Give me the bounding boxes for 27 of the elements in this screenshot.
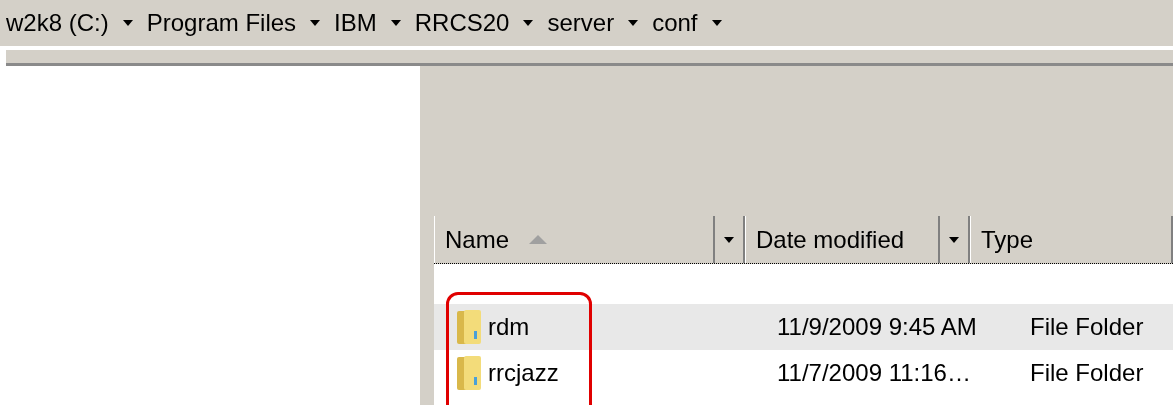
caret-icon — [523, 20, 534, 26]
column-header[interactable]: Type — [970, 216, 1173, 263]
caret-icon — [949, 236, 959, 243]
type-cell-text: File Folder — [1030, 358, 1144, 388]
file-row[interactable]: rdm 11/9/2009 9:45 AM File Folder — [434, 304, 1173, 350]
date-cell-text: 11/7/2009 11:16… — [776, 358, 972, 388]
date-cell-text: 11/9/2009 9:45 AM — [776, 312, 978, 342]
breadcrumb-item[interactable]: Program Files — [146, 5, 297, 41]
type-cell-text: File Folder — [1030, 312, 1144, 342]
caret-icon — [390, 20, 401, 26]
column-header[interactable]: Name — [434, 216, 715, 263]
breadcrumb-item[interactable]: w2k8 (C:) — [6, 5, 109, 41]
breadcrumb-item[interactable]: conf — [652, 5, 698, 41]
breadcrumb-item[interactable]: RRCS20 — [414, 5, 510, 41]
sort-icon — [529, 235, 548, 244]
breadcrumb-item[interactable]: server — [547, 5, 615, 41]
caret-icon — [310, 20, 321, 26]
column-header[interactable]: Date modified — [745, 216, 940, 263]
file-name: rdm — [488, 312, 530, 342]
folder-icon — [456, 355, 482, 391]
caret-icon — [628, 20, 639, 26]
file-name: rrcjazz — [488, 358, 559, 388]
caret-icon — [122, 20, 133, 26]
folder-icon — [456, 309, 482, 345]
caret-icon — [724, 236, 734, 243]
breadcrumb-item[interactable]: IBM — [334, 5, 377, 41]
caret-icon — [711, 20, 722, 26]
